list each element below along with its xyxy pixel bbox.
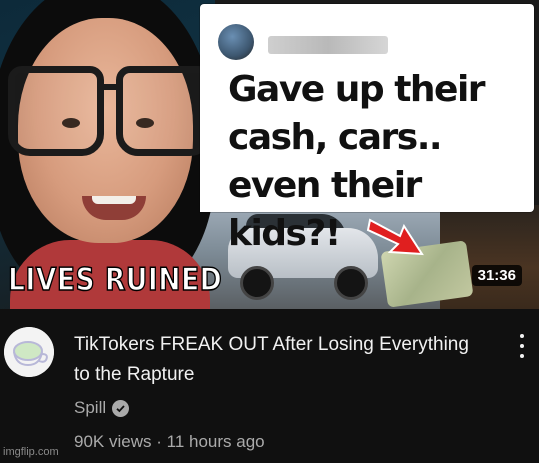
view-count: 90K views [74, 432, 152, 451]
headline-card: Gave up their cash, cars.. even their ki… [200, 4, 534, 254]
video-card[interactable]: Gave up their cash, cars.. even their ki… [0, 0, 539, 463]
stats-separator: · [156, 432, 162, 451]
channel-name[interactable]: Spill [74, 398, 106, 418]
thumbnail-headline: Gave up their cash, cars.. even their ki… [228, 69, 486, 254]
video-title[interactable]: TikTokers FREAK OUT After Losing Everyth… [74, 330, 484, 390]
blurred-avatar [218, 24, 254, 60]
video-thumbnail[interactable]: Gave up their cash, cars.. even their ki… [0, 0, 539, 309]
more-vert-icon[interactable] [512, 332, 532, 360]
blurred-username [268, 36, 388, 54]
channel-row[interactable]: Spill [74, 398, 130, 418]
channel-avatar[interactable] [4, 327, 54, 377]
glasses [8, 66, 212, 156]
teacup-logo-icon [4, 327, 54, 377]
verified-check-icon [112, 399, 130, 417]
imgflip-watermark: imgflip.com [3, 446, 59, 458]
thumbnail-caption: LIVES RUINED [7, 261, 223, 299]
video-stats: 90K views · 11 hours ago [74, 432, 265, 452]
upload-age: 11 hours ago [166, 432, 265, 451]
duration-badge: 31:36 [471, 265, 522, 286]
